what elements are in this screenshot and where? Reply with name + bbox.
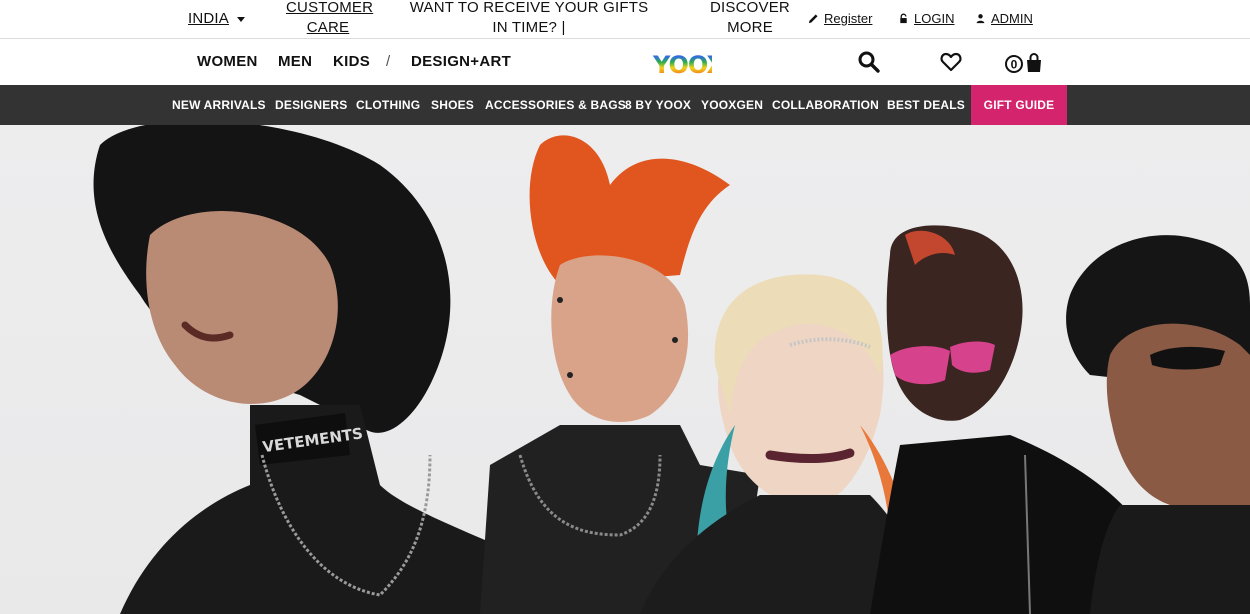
category-nav: NEW ARRIVALS DESIGNERS CLOTHING SHOES AC…	[0, 85, 1250, 125]
admin-label: ADMIN	[991, 11, 1033, 26]
admin-link[interactable]: ADMIN	[975, 11, 1033, 26]
shopping-bag-icon: 0	[1005, 53, 1041, 73]
yoox-logo[interactable]: YOOX	[652, 49, 726, 84]
utility-bar: INDIA CUSTOMER CARE WANT TO RECEIVE YOUR…	[0, 0, 1250, 39]
lock-icon	[900, 13, 907, 24]
discover-more-link[interactable]: DISCOVER MORE	[710, 0, 790, 38]
cat-yooxgen[interactable]: YOOXGEN	[701, 98, 763, 112]
nav-men[interactable]: MEN	[278, 53, 312, 70]
main-header: WOMEN MEN KIDS / DESIGN+ART YOOX	[0, 40, 1250, 85]
customer-care-link[interactable]: CUSTOMER CARE	[286, 0, 373, 38]
cat-shoes[interactable]: SHOES	[431, 98, 474, 112]
svg-text:YOOX: YOOX	[652, 51, 712, 79]
chevron-down-icon	[237, 16, 246, 22]
logo-wordmark: YOOX	[652, 51, 726, 79]
login-label: LOGIN	[914, 11, 955, 26]
hero-banner[interactable]: VETEMENTS	[0, 125, 1250, 614]
user-icon	[976, 14, 985, 24]
gift-guide-button[interactable]: GIFT GUIDE	[971, 85, 1067, 125]
cat-8-by-yoox[interactable]: 8 BY YOOX	[625, 98, 691, 112]
register-link[interactable]: Register	[808, 11, 872, 26]
nav-women[interactable]: WOMEN	[197, 53, 258, 70]
login-link[interactable]: LOGIN	[898, 11, 954, 26]
cat-accessories-bags[interactable]: ACCESSORIES & BAGS	[485, 98, 626, 112]
heart-icon[interactable]	[939, 50, 963, 74]
hero-photo: VETEMENTS	[93, 125, 1250, 614]
cat-designers[interactable]: DESIGNERS	[275, 98, 347, 112]
country-selector[interactable]: INDIA	[188, 9, 246, 29]
register-label: Register	[824, 11, 873, 26]
bag-count: 0	[1011, 58, 1018, 72]
pencil-icon	[808, 14, 818, 24]
cat-clothing[interactable]: CLOTHING	[356, 98, 420, 112]
nav-kids[interactable]: KIDS	[333, 53, 370, 70]
search-icon[interactable]	[857, 50, 881, 74]
shopping-bag-button[interactable]: 0	[1003, 50, 1043, 74]
nav-separator: /	[386, 53, 391, 70]
country-label: INDIA	[188, 10, 230, 27]
cat-best-deals[interactable]: BEST DEALS	[887, 98, 965, 112]
cat-new-arrivals[interactable]: NEW ARRIVALS	[172, 98, 266, 112]
promo-message: WANT TO RECEIVE YOUR GIFTS IN TIME? |	[409, 0, 649, 36]
nav-design-art[interactable]: DESIGN+ART	[411, 53, 511, 70]
cat-collaboration[interactable]: COLLABORATION	[772, 98, 879, 112]
